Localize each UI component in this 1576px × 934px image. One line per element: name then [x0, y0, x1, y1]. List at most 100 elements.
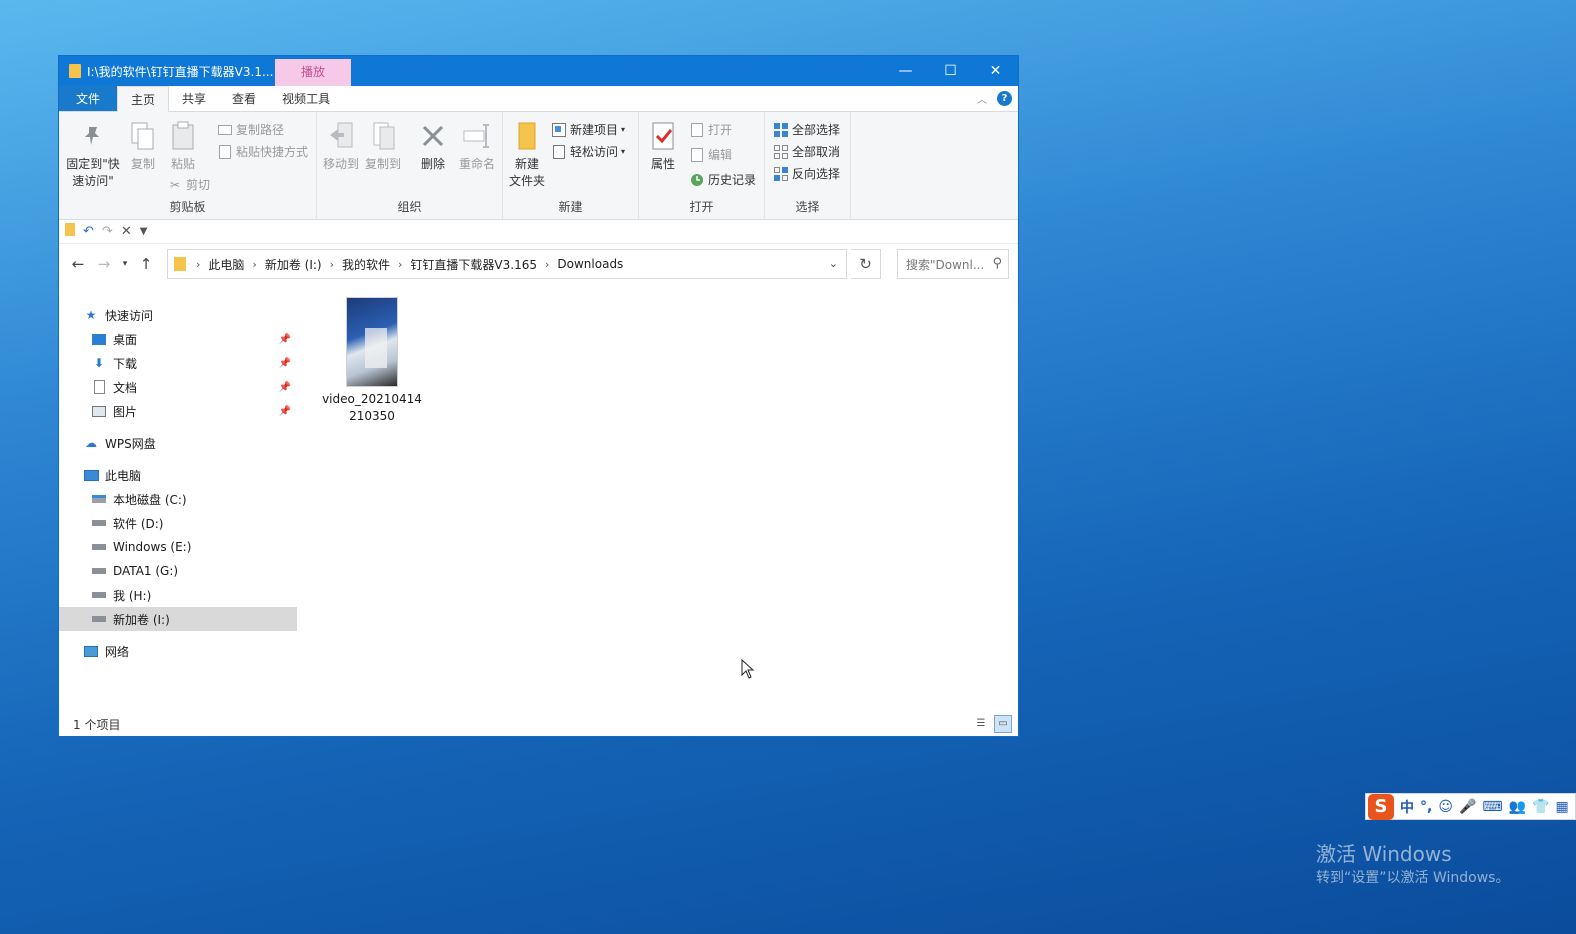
collapse-ribbon-icon[interactable]: ︿ [977, 91, 987, 106]
nav-documents[interactable]: 文档 📌 [59, 375, 297, 399]
tab-view[interactable]: 查看 [219, 86, 269, 111]
qat-folder-icon[interactable] [65, 223, 75, 240]
file-list[interactable]: video_20210414210350 [301, 285, 1018, 714]
select-all-button[interactable]: 全部选择 [773, 121, 840, 138]
search-input[interactable]: 搜索"Downl... ⚲ [897, 249, 1009, 279]
move-to-button[interactable]: 移动到 [321, 120, 361, 173]
minimize-button[interactable]: — [883, 56, 928, 86]
nav-quick-access[interactable]: ★ 快速访问 [59, 303, 297, 327]
undo-icon[interactable]: ↶ [83, 224, 94, 239]
breadcrumb-downloads[interactable]: Downloads [557, 257, 623, 271]
invert-selection-button[interactable]: 反向选择 [773, 165, 840, 182]
qat-delete-icon[interactable]: ✕ [121, 224, 132, 239]
breadcrumb-my-software[interactable]: 我的软件 [342, 256, 390, 273]
nav-drive-g[interactable]: DATA1 (G:) [59, 559, 297, 583]
paste-button[interactable]: 粘贴 [165, 120, 201, 173]
title-bar[interactable]: I:\我的软件\钉钉直播下载器V3.1... 播放 — ☐ ✕ [59, 56, 1018, 86]
tab-play[interactable]: 播放 [275, 59, 351, 86]
picture-icon [91, 403, 107, 419]
qat-customize-icon[interactable]: ▼ [140, 226, 148, 237]
large-icons-view-icon[interactable]: ▭ [994, 715, 1012, 733]
pin-icon[interactable]: 📌 [279, 334, 291, 345]
chevron-right-icon[interactable]: › [252, 258, 256, 271]
copy-to-button[interactable]: 复制到 [363, 120, 403, 173]
ime-emoji-icon[interactable]: ☺ [1438, 799, 1453, 815]
nav-desktop[interactable]: 桌面 📌 [59, 327, 297, 351]
ime-toolbar[interactable]: S 中 °, ☺ 🎤 ⌨ 👥 👕 ▦ [1365, 793, 1576, 820]
breadcrumb-drive-i[interactable]: 新加卷 (I:) [265, 256, 322, 273]
search-icon[interactable]: ⚲ [992, 256, 1002, 271]
nav-downloads[interactable]: ⬇ 下载 📌 [59, 351, 297, 375]
nav-drive-e[interactable]: Windows (E:) [59, 535, 297, 559]
up-arrow-icon[interactable]: ↑ [135, 255, 157, 273]
open-button[interactable]: 打开 [689, 121, 732, 138]
nav-drive-h[interactable]: 我 (H:) [59, 583, 297, 607]
delete-button[interactable]: 删除 [413, 120, 453, 173]
chevron-right-icon[interactable]: › [398, 258, 402, 271]
nav-wps[interactable]: ☁ WPS网盘 [59, 431, 297, 455]
recent-locations-icon[interactable]: ▾ [119, 259, 131, 269]
ime-grid-icon[interactable]: ▦ [1555, 799, 1568, 815]
cut-button[interactable]: ✂ 剪切 [167, 176, 210, 193]
maximize-button[interactable]: ☐ [928, 56, 973, 86]
open-icon [689, 122, 705, 138]
watermark-subtitle: 转到“设置”以激活 Windows。 [1316, 870, 1510, 886]
scissors-icon: ✂ [169, 177, 181, 192]
nav-pictures[interactable]: 图片 📌 [59, 399, 297, 423]
chevron-right-icon[interactable]: › [545, 258, 549, 271]
ime-users-icon[interactable]: 👥 [1509, 799, 1526, 815]
address-dropdown-icon[interactable]: ⌄ [829, 257, 838, 270]
item-count: 1 个项目 [73, 717, 121, 732]
back-arrow-icon[interactable]: ← [67, 255, 89, 273]
forward-arrow-icon[interactable]: → [93, 255, 115, 273]
edit-button[interactable]: 编辑 [689, 146, 732, 163]
copy-to-label: 复制到 [364, 157, 401, 171]
nav-drive-d[interactable]: 软件 (D:) [59, 511, 297, 535]
sogou-logo-icon[interactable]: S [1368, 793, 1394, 820]
tab-home[interactable]: 主页 [117, 86, 170, 112]
copy-path-button[interactable]: 复制路径 [217, 121, 284, 138]
new-item-button[interactable]: 新建项目 ▾ [551, 121, 625, 138]
redo-icon[interactable]: ↷ [102, 224, 113, 239]
easy-access-button[interactable]: 轻松访问 ▾ [551, 143, 625, 160]
new-folder-button[interactable]: 新建 文件夹 [507, 120, 547, 190]
paste-shortcut-button[interactable]: 粘贴快捷方式 [217, 143, 308, 160]
history-button[interactable]: 历史记录 [689, 171, 756, 188]
copy-button[interactable]: 复制 [125, 120, 161, 173]
breadcrumb-this-pc[interactable]: 此电脑 [208, 256, 244, 273]
mouse-cursor-icon [741, 658, 755, 684]
ime-voice-icon[interactable]: 🎤 [1459, 799, 1476, 815]
address-bar[interactable]: › 此电脑 › 新加卷 (I:) › 我的软件 › 钉钉直播下载器V3.165 … [167, 249, 847, 279]
pin-icon[interactable]: 📌 [279, 406, 291, 417]
tab-share[interactable]: 共享 [169, 86, 219, 111]
ime-punctuation[interactable]: °, [1420, 799, 1432, 815]
ime-skin-icon[interactable]: 👕 [1532, 799, 1549, 815]
help-icon[interactable]: ? [997, 91, 1012, 106]
pin-icon [77, 120, 109, 152]
nav-this-pc[interactable]: 此电脑 [59, 463, 297, 487]
file-item[interactable]: video_20210414210350 [322, 297, 422, 425]
pin-quick-access-button[interactable]: 固定到"快 速访问" [65, 120, 121, 190]
breadcrumb-downloader[interactable]: 钉钉直播下载器V3.165 [410, 256, 537, 273]
properties-button[interactable]: 属性 [645, 120, 681, 173]
close-button[interactable]: ✕ [973, 56, 1018, 86]
nav-downloads-label: 下载 [113, 356, 138, 371]
ime-keyboard-icon[interactable]: ⌨ [1482, 799, 1502, 815]
pin-icon[interactable]: 📌 [279, 382, 291, 393]
nav-network[interactable]: 网络 [59, 639, 297, 663]
search-placeholder: 搜索"Downl... [906, 257, 985, 272]
details-view-icon[interactable]: ☰ [972, 715, 990, 733]
select-none-button[interactable]: 全部取消 [773, 143, 840, 160]
rename-button[interactable]: 重命名 [455, 120, 499, 173]
pin-icon[interactable]: 📌 [279, 358, 291, 369]
windows-drive-icon [91, 491, 107, 507]
chevron-right-icon[interactable]: › [330, 258, 334, 271]
nav-drive-i[interactable]: 新加卷 (I:) [59, 607, 297, 631]
chevron-right-icon[interactable]: › [196, 258, 200, 271]
tab-file[interactable]: 文件 [59, 86, 118, 111]
refresh-icon[interactable]: ↻ [851, 249, 881, 279]
nav-drive-c[interactable]: 本地磁盘 (C:) [59, 487, 297, 511]
invert-selection-icon [773, 166, 789, 182]
ime-chinese-mode[interactable]: 中 [1400, 797, 1414, 817]
tab-video-tools[interactable]: 视频工具 [269, 86, 343, 111]
